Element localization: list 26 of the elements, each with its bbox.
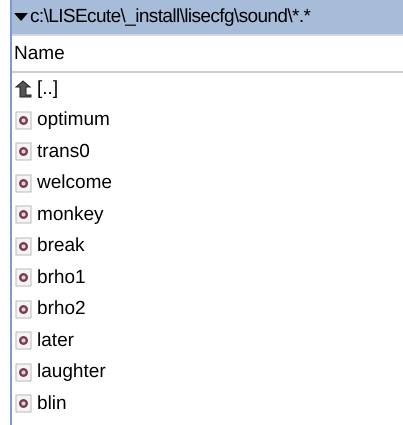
file-name[interactable]: break xyxy=(37,235,85,258)
sound-file-icon xyxy=(15,236,32,256)
sound-file-icon xyxy=(15,362,32,382)
sound-file-icon xyxy=(15,394,32,414)
file-name[interactable]: [..] xyxy=(37,78,58,100)
file-name[interactable]: blin xyxy=(37,392,67,415)
file-name[interactable]: trans0 xyxy=(37,140,90,163)
sound-file-icon xyxy=(15,300,32,319)
path-bar[interactable]: c:\LISEcute\_install\lisecfg\sound\*.* xyxy=(12,0,403,36)
file-name[interactable]: laughter xyxy=(37,361,106,384)
sound-file-icon xyxy=(15,268,32,288)
file-name[interactable]: later xyxy=(37,330,74,352)
sound-file-icon xyxy=(15,110,32,130)
sound-file-icon xyxy=(15,174,32,193)
up-arrow-icon xyxy=(15,79,32,98)
sound-file-icon xyxy=(15,142,32,162)
sound-file-icon xyxy=(15,331,32,350)
sound-file-icon xyxy=(15,205,32,224)
file-name[interactable]: welcome xyxy=(37,172,112,194)
column-header[interactable]: Name xyxy=(12,42,65,64)
collapse-triangle-icon[interactable] xyxy=(14,12,28,22)
file-name[interactable]: brho1 xyxy=(37,266,86,289)
file-name[interactable]: monkey xyxy=(37,204,104,226)
file-name[interactable]: optimum xyxy=(37,109,110,132)
folder-path: c:\LISEcute\_install\lisecfg\sound\*.* xyxy=(30,6,310,28)
file-name[interactable]: brho2 xyxy=(37,298,86,320)
